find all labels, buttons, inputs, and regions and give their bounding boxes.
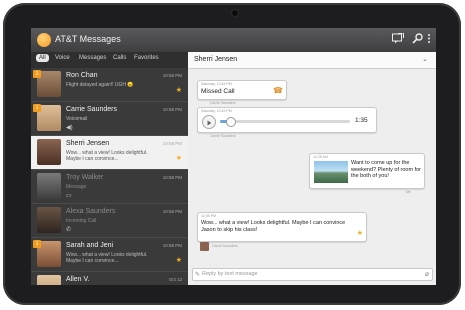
unread-badge: 1 [33, 104, 41, 112]
star-icon[interactable]: ★ [176, 86, 182, 94]
message-timestamp: 12:25 AM [313, 155, 328, 159]
avatar [37, 275, 61, 285]
voicemail-scrubber[interactable] [226, 117, 237, 127]
avatar [37, 139, 61, 165]
message-timestamp: Saturday, 12:49 PM [201, 109, 232, 113]
conversation-item[interactable]: Troy Walker Message 10:58 PM ▭ [31, 170, 188, 204]
avatar [37, 207, 61, 233]
tab-messages[interactable]: Messages [79, 55, 106, 61]
voicemail-bubble: Saturday, 12:49 PM 1:35 [197, 107, 377, 133]
overflow-menu-icon[interactable] [427, 33, 431, 48]
star-icon[interactable]: ★ [176, 256, 182, 264]
tab-calls[interactable]: Calls [113, 55, 126, 61]
compose-icon[interactable] [392, 32, 404, 48]
message-preview: Wow... what a view! Looks delightful. Ma… [66, 150, 148, 162]
speaker-icon: ◀) [66, 125, 73, 131]
star-icon[interactable]: ★ [176, 154, 182, 162]
conversation-list-pane: All Voice Messages Calls Favorites 1 Ron… [31, 52, 188, 285]
contact-name: Troy Walker [66, 174, 104, 181]
message-preview: Incoming Call [66, 218, 97, 224]
timestamp: 10:58 PM [162, 243, 182, 248]
contact-name: Allen V. [66, 276, 90, 283]
thread-header: Sherri Jensen ⌄ [188, 52, 436, 69]
app-title: AT&T Messages [55, 34, 121, 44]
camera-icon [232, 10, 238, 16]
conversation-item[interactable]: Alexa Saunders Incoming Call 10:58 PM ✆ [31, 204, 188, 238]
tablet-frame: AT&T Messages All Voice Messages Calls F… [3, 3, 461, 305]
star-icon[interactable]: ★ [357, 229, 363, 237]
timestamp: 10:58 PM [162, 107, 182, 112]
conversation-item-selected[interactable]: Sherri Jensen Wow... what a view! Looks … [31, 136, 188, 170]
voicemail-progress-track[interactable] [220, 117, 350, 127]
missed-call-label: Missed Call [201, 88, 235, 95]
search-icon[interactable] [412, 33, 423, 48]
sender-name: Me [406, 190, 411, 194]
tab-all[interactable]: All [36, 54, 49, 62]
sender-name: Carrie Saunders [210, 134, 236, 138]
outgoing-message-bubble[interactable]: 12:25 AM Want to come up for the weekend… [309, 153, 425, 189]
message-icon: ▭ [66, 193, 72, 199]
incoming-message-bubble[interactable]: 12:35 PM Wow... what a view! Looks delig… [197, 212, 367, 242]
tab-favorites[interactable]: Favorites [134, 55, 159, 61]
play-button[interactable] [202, 115, 216, 129]
missed-call-bubble[interactable]: Saturday, 12:49 PM Missed Call ☎ [197, 80, 287, 100]
conversation-item[interactable]: 1 Carrie Saunders Voicemail 10:58 PM ◀) [31, 102, 188, 136]
conversation-thread-pane: Sherri Jensen ⌄ Saturday, 12:49 PM Misse… [188, 52, 436, 285]
reply-placeholder: Reply by text message [202, 271, 258, 277]
timestamp: 10:58 PM [162, 73, 182, 78]
timestamp: 10:58 PM [162, 175, 182, 180]
att-logo-icon [37, 33, 51, 47]
conversation-item[interactable]: 1 Ron Chan Flight delayed again!! UGH 😠 … [31, 68, 188, 102]
chevron-down-icon[interactable]: ⌄ [422, 55, 428, 63]
title-bar: AT&T Messages [31, 28, 436, 52]
message-preview: Voicemail [66, 116, 88, 122]
conversation-item[interactable]: Allen V. Oct 12 [31, 272, 188, 285]
call-icon: ✆ [66, 227, 72, 233]
message-text: Wow... what a view! Looks delightful. Ma… [201, 220, 346, 233]
voicemail-duration: 1:35 [355, 117, 368, 124]
pencil-icon: ✎ [195, 272, 201, 278]
contact-name: Carrie Saunders [66, 106, 117, 113]
sender-name: Carrie Saunders [210, 101, 236, 105]
tab-voice[interactable]: Voice [55, 55, 70, 61]
message-preview: Flight delayed again!! UGH 😠 [66, 82, 134, 88]
timestamp: 10:58 PM [162, 141, 182, 146]
photo-attachment[interactable] [314, 161, 348, 183]
message-timestamp: 12:35 PM [201, 214, 216, 218]
contact-name: Alexa Saunders [66, 208, 116, 215]
sender-name: Carrie Saunders [212, 244, 238, 248]
avatar [37, 173, 61, 199]
app-screen: AT&T Messages All Voice Messages Calls F… [31, 28, 436, 285]
message-preview: Wow... what a view! Looks delightful. Ma… [66, 252, 148, 264]
unread-badge: 1 [33, 240, 41, 248]
message-timestamp: Saturday, 12:49 PM [201, 82, 232, 86]
missed-call-icon: ☎ [273, 86, 283, 95]
conversation-list: 1 Ron Chan Flight delayed again!! UGH 😠 … [31, 68, 188, 285]
timestamp: 10:58 PM [162, 209, 182, 214]
timestamp: Oct 12 [168, 277, 182, 282]
conversation-item[interactable]: 1 Sarah and Jeni Wow... what a view! Loo… [31, 238, 188, 272]
contact-name: Ron Chan [66, 72, 98, 79]
reply-input[interactable]: ✎ Reply by text message ⌀ [192, 268, 433, 281]
attach-icon[interactable]: ⌀ [425, 270, 429, 278]
sender-avatar [200, 242, 209, 251]
thread-contact-name: Sherri Jensen [194, 56, 238, 63]
contact-name: Sarah and Jeni [66, 242, 114, 249]
filter-tabs: All Voice Messages Calls Favorites [31, 52, 188, 68]
contact-name: Sherri Jensen [66, 140, 110, 147]
message-preview: Message [66, 184, 87, 190]
unread-badge: 1 [33, 70, 41, 78]
message-text: Want to come up for the weekend? Plenty … [351, 160, 422, 179]
